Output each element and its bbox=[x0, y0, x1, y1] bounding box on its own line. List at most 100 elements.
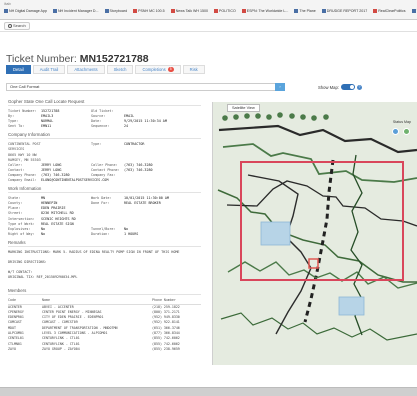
table-cell: (855) 238-9659 bbox=[152, 346, 180, 351]
tab-completions[interactable]: Completions 5 bbox=[135, 65, 181, 74]
bookmark-item[interactable]: POLITICO bbox=[213, 9, 236, 13]
map-marker bbox=[311, 115, 317, 121]
field-label: Company Email: bbox=[8, 178, 37, 183]
show-map-toggle[interactable] bbox=[340, 84, 355, 90]
company-section-heading: Company Information bbox=[8, 132, 201, 140]
field-label: Duration: bbox=[91, 231, 110, 236]
help-icon[interactable]: ? bbox=[356, 84, 362, 90]
bookmark-item[interactable]: The Daily Caller bbox=[411, 9, 417, 13]
satellite-view-tab[interactable]: Satellite View bbox=[227, 104, 260, 112]
browser-chrome: /tab NH Digital Damage App NH Incident Ma… bbox=[0, 0, 417, 20]
bookmark-label: Storyboard bbox=[109, 9, 128, 13]
tab-sketch[interactable]: Sketch bbox=[106, 65, 134, 74]
doc-icon bbox=[411, 9, 416, 13]
search-icon bbox=[8, 24, 12, 28]
ticket-field-row: CONTINENTAL POST SERVICES Type: CONTRACTOR bbox=[8, 142, 201, 152]
field-value: No bbox=[41, 231, 46, 236]
field-label: Sequence: bbox=[91, 124, 110, 129]
map-marker bbox=[266, 114, 272, 120]
bookmark-item[interactable]: DRUDGE REPORT 2017 bbox=[321, 9, 367, 13]
bookmark-item[interactable]: RealClearPolitics bbox=[373, 9, 406, 13]
map-marker bbox=[323, 114, 329, 120]
bookmark-item[interactable]: Storyboard bbox=[104, 9, 128, 13]
column-header: Phone Number bbox=[152, 298, 176, 303]
tab-attachments[interactable]: Attachments bbox=[67, 65, 105, 74]
document-heading: Gopher State One Call Locate Request bbox=[8, 99, 201, 106]
tab-label: Attachments bbox=[74, 67, 98, 72]
format-go-button[interactable]: › bbox=[275, 83, 285, 91]
bookmark-label: NH Incident Manager D... bbox=[57, 9, 99, 13]
field-value: ELONG@CONTINENTALPOSTSERVICES.COM bbox=[41, 178, 109, 183]
map-layer-button[interactable] bbox=[403, 128, 410, 135]
lake-shape bbox=[338, 296, 365, 316]
work-section-heading: Work Information bbox=[8, 186, 201, 194]
tab-audit-trail[interactable]: Audit Trail bbox=[32, 65, 66, 74]
search-label: Search bbox=[13, 23, 26, 28]
doc-icon bbox=[373, 9, 378, 13]
field-label bbox=[91, 178, 124, 183]
url-bar[interactable]: /tab bbox=[4, 1, 11, 6]
field-label: Right of Way: bbox=[8, 231, 35, 236]
field-value: EMN11 bbox=[41, 124, 52, 129]
bookmark-item[interactable]: NH Digital Damage App bbox=[4, 9, 47, 13]
column-header: Code bbox=[8, 298, 16, 303]
doc-icon bbox=[213, 9, 218, 13]
format-select[interactable]: One Call Format bbox=[6, 83, 283, 91]
search-button[interactable]: Search bbox=[4, 22, 30, 30]
tab-label: Detail bbox=[13, 67, 24, 72]
bookmark-label: POLITICO bbox=[218, 9, 236, 13]
map-marker bbox=[277, 112, 283, 118]
doc-icon bbox=[241, 9, 246, 13]
field-value bbox=[41, 142, 91, 152]
field-label: Sent To: bbox=[8, 124, 25, 129]
column-header: Name bbox=[42, 298, 50, 303]
map-marker bbox=[244, 113, 250, 119]
bookmark-item[interactable]: ESPN: The Worldwide L... bbox=[241, 9, 289, 13]
doc-icon bbox=[321, 9, 326, 13]
members-section-heading: Members bbox=[8, 288, 201, 296]
bookmark-item[interactable]: The Plane bbox=[294, 9, 316, 13]
ticket-field-row: Company Email: ELONG@CONTINENTALPOSTSERVI… bbox=[8, 178, 201, 183]
tab-label: Audit Trail bbox=[39, 67, 59, 72]
bookmark-item[interactable]: PSNH MC 100.5 bbox=[133, 9, 165, 13]
map-panel[interactable]: Satellite View Status Map bbox=[212, 102, 417, 365]
field-label: CONTINENTAL POST SERVICES bbox=[8, 142, 41, 152]
map-marker bbox=[222, 115, 228, 121]
map-marker bbox=[233, 114, 239, 120]
field-value: 1 HOURS bbox=[124, 231, 139, 236]
map-zoom-in-button[interactable] bbox=[392, 128, 399, 135]
tab-detail[interactable]: Detail bbox=[6, 65, 31, 74]
field-value bbox=[124, 178, 194, 183]
tab-label: Sketch bbox=[113, 67, 127, 72]
show-map-control: Show Map: ? bbox=[318, 84, 362, 90]
bookmark-label: News Talk WH 1500 bbox=[175, 9, 208, 13]
tab-label: Completions bbox=[142, 67, 166, 72]
bookmark-label: PSNH MC 100.5 bbox=[138, 9, 165, 13]
ticket-tabs: Detail Audit Trail Attachments Sketch Comple… bbox=[6, 65, 205, 74]
ticket-field-row: Right of Way: No Duration: 1 HOURS bbox=[8, 232, 201, 237]
bookmark-item[interactable]: News Talk WH 1500 bbox=[170, 9, 208, 13]
app-header: Search bbox=[0, 20, 417, 32]
completions-badge: 5 bbox=[167, 67, 174, 72]
horizontal-scrollbar[interactable] bbox=[0, 387, 417, 396]
remarks-text: MARKING INSTRUCTIONS: MARK 5- RADIUS OF … bbox=[8, 249, 180, 254]
ticket-field-row: Sent To: EMN11 Sequence: 24 bbox=[8, 124, 201, 129]
bookmark-label: ESPN: The Worldwide L... bbox=[246, 9, 289, 13]
table-row: ZAYO ZAYO GROUP - ZAYO04 (855) 238-9659 bbox=[8, 347, 201, 352]
field-value: 24 bbox=[124, 124, 129, 129]
ticket-document: Gopher State One Call Locate Request Tick… bbox=[8, 96, 201, 358]
remarks-section-heading: Remarks bbox=[8, 240, 201, 247]
tab-risk[interactable]: Risk bbox=[182, 65, 205, 74]
table-cell: ZAYO bbox=[8, 346, 16, 351]
map-canvas bbox=[213, 102, 417, 365]
bookmark-item[interactable]: NH Incident Manager D... bbox=[52, 9, 99, 13]
bookmarks-bar: NH Digital Damage App NH Incident Manager… bbox=[4, 9, 417, 13]
page-title: Ticket Number: MN152721788 bbox=[6, 53, 149, 65]
status-map-label: Status Map bbox=[392, 120, 411, 124]
map-marker bbox=[300, 114, 306, 120]
table-cell: ZAYO GROUP - ZAYO04 bbox=[42, 346, 80, 351]
ticket-number: MN152721788 bbox=[79, 53, 149, 65]
ticket-number-label: Ticket Number: bbox=[6, 53, 77, 65]
doc-icon bbox=[52, 9, 57, 13]
doc-icon bbox=[294, 9, 299, 13]
